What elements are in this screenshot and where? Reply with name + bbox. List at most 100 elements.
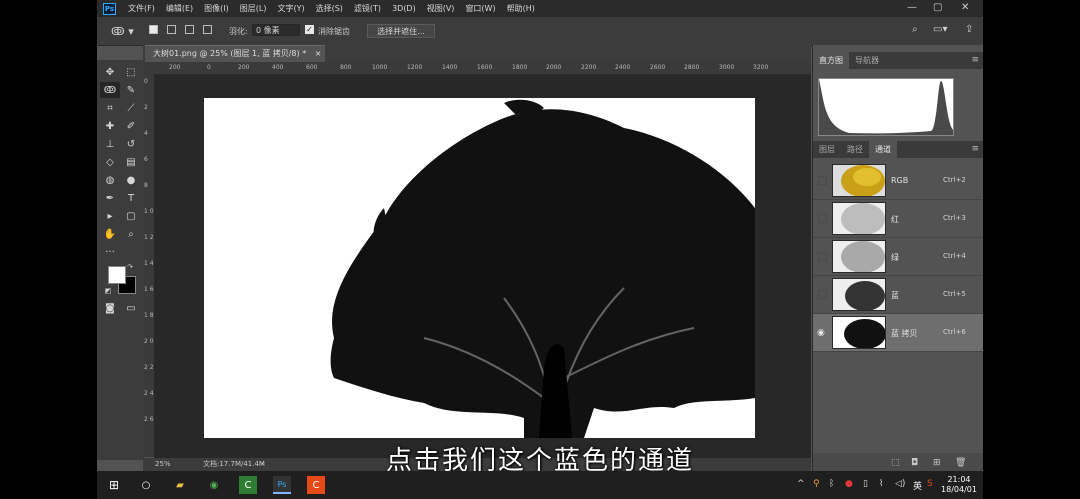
camtasia-icon[interactable]: C <box>239 476 257 494</box>
save-selection-icon[interactable]: ◘ <box>911 458 918 468</box>
close-icon[interactable]: ✕ <box>961 2 969 13</box>
tab-layers[interactable]: 图层 <box>813 141 841 158</box>
windows-start-icon[interactable]: ⊞ <box>105 476 123 494</box>
search-icon[interactable]: ⌕ <box>912 24 918 35</box>
zoom-level[interactable]: 25% <box>155 458 171 471</box>
channel-row-green[interactable]: 绿 Ctrl+4 <box>813 238 983 276</box>
channel-row-blue[interactable]: 蓝 Ctrl+5 <box>813 276 983 314</box>
crop-tool-icon[interactable]: ⌗ <box>100 100 120 116</box>
file-explorer-icon[interactable]: ▰ <box>171 476 189 494</box>
ime-indicator[interactable]: 英 <box>913 479 922 492</box>
document-tab[interactable]: 大树01.png @ 25% (图层 1, 蓝 拷贝/8) * × <box>145 45 325 62</box>
lasso-preset-icon[interactable]: ↂ ▾ <box>111 25 134 38</box>
dodge-tool-icon[interactable]: ● <box>121 172 141 188</box>
canvas-workspace[interactable] <box>154 75 811 458</box>
path-select-tool-icon[interactable]: ▸ <box>100 208 120 224</box>
tray-app2-icon[interactable]: ● <box>845 479 853 489</box>
bluetooth-icon[interactable]: ᛒ <box>829 479 834 489</box>
tab-paths[interactable]: 路径 <box>841 141 869 158</box>
tab-channels[interactable]: 通道 <box>869 141 897 158</box>
maximize-icon[interactable]: ▢ <box>933 2 942 13</box>
channel-row-blue-copy[interactable]: ◉ 蓝 拷贝 Ctrl+6 <box>813 314 983 352</box>
battery-icon[interactable]: ▯ <box>863 479 868 489</box>
eyedropper-tool-icon[interactable]: ⟋ <box>121 100 141 116</box>
feather-input[interactable]: 0 像素 <box>252 24 300 36</box>
channel-name: RGB <box>891 176 909 185</box>
menu-view[interactable]: 视图(V) <box>427 3 455 14</box>
blur-tool-icon[interactable]: ◍ <box>100 172 120 188</box>
eraser-tool-icon[interactable]: ◇ <box>100 154 120 170</box>
visibility-toggle[interactable] <box>818 290 827 299</box>
quick-select-tool-icon[interactable]: ✎ <box>121 82 141 98</box>
search-icon[interactable]: ○ <box>137 476 155 494</box>
history-brush-tool-icon[interactable]: ↺ <box>121 136 141 152</box>
visibility-toggle[interactable] <box>818 252 827 261</box>
clone-stamp-tool-icon[interactable]: ⊥ <box>100 136 120 152</box>
marquee-tool-icon[interactable]: ⬚ <box>121 64 141 80</box>
default-colors-icon[interactable]: ◩ <box>103 286 113 296</box>
select-and-mask-button[interactable]: 选择并遮住... <box>367 24 435 38</box>
more-tools-icon[interactable]: ··· <box>100 244 120 260</box>
browser-icon[interactable]: ◉ <box>205 476 223 494</box>
network-icon[interactable]: ⌇ <box>879 479 883 489</box>
panel-menu-icon[interactable]: ≡ <box>971 144 979 154</box>
menu-file[interactable]: 文件(F) <box>128 3 155 14</box>
menu-select[interactable]: 选择(S) <box>316 3 343 14</box>
brush-tool-icon[interactable]: ✐ <box>121 118 141 134</box>
eye-icon[interactable]: ◉ <box>817 328 827 338</box>
close-tab-icon[interactable]: × <box>315 49 322 58</box>
antialias-checkbox[interactable]: ✓ <box>305 25 314 34</box>
ruler-tick: 2000 <box>546 64 562 71</box>
share-icon[interactable]: ⇪ <box>965 24 973 35</box>
gradient-tool-icon[interactable]: ▤ <box>121 154 141 170</box>
menu-layer[interactable]: 图层(L) <box>240 3 267 14</box>
clock-date: 18/04/01 <box>941 485 977 494</box>
menu-image[interactable]: 图像(I) <box>204 3 229 14</box>
tray-expand-icon[interactable]: ^ <box>797 479 805 489</box>
type-tool-icon[interactable]: T <box>121 190 141 206</box>
tab-histogram[interactable]: 直方图 <box>813 52 849 69</box>
channel-shortcut: Ctrl+3 <box>943 214 966 222</box>
menu-3d[interactable]: 3D(D) <box>392 4 416 13</box>
volume-icon[interactable]: ◁) <box>895 479 905 489</box>
foreground-color-swatch[interactable] <box>108 266 126 284</box>
channel-row-red[interactable]: 红 Ctrl+3 <box>813 200 983 238</box>
pen-tool-icon[interactable]: ✒ <box>100 190 120 206</box>
workspace-icon[interactable]: ▭▾ <box>933 24 947 35</box>
tab-navigator[interactable]: 导航器 <box>849 52 885 69</box>
screen-mode-icon[interactable]: ▭ <box>121 300 141 316</box>
lasso-tool-icon[interactable]: ↂ <box>100 82 120 98</box>
visibility-toggle[interactable] <box>818 176 827 185</box>
photoshop-taskbar-icon[interactable]: Ps <box>273 476 291 494</box>
subtract-selection-icon[interactable] <box>185 25 194 34</box>
status-arrow-icon[interactable]: › <box>261 458 264 471</box>
shape-tool-icon[interactable]: ▢ <box>121 208 141 224</box>
swap-colors-icon[interactable]: ↷ <box>125 262 135 272</box>
delete-channel-icon[interactable]: 🗑 <box>955 458 966 468</box>
menu-filter[interactable]: 滤镜(T) <box>354 3 381 14</box>
tray-app-icon[interactable]: ⚲ <box>813 479 820 489</box>
menu-type[interactable]: 文字(Y) <box>277 3 304 14</box>
document-canvas[interactable] <box>204 98 755 438</box>
new-channel-icon[interactable]: ⊞ <box>933 458 941 468</box>
move-tool-icon[interactable]: ✥ <box>100 64 120 80</box>
quick-mask-icon[interactable]: ◙ <box>100 300 120 316</box>
add-selection-icon[interactable] <box>167 25 176 34</box>
ruler-corner <box>143 62 154 74</box>
visibility-toggle[interactable] <box>818 214 827 223</box>
intersect-selection-icon[interactable] <box>203 25 212 34</box>
load-selection-icon[interactable]: ⬚ <box>891 458 900 468</box>
sogou-icon[interactable]: S <box>927 479 933 489</box>
system-clock[interactable]: 21:04 18/04/01 <box>937 475 981 495</box>
new-selection-icon[interactable] <box>149 25 158 34</box>
panel-menu-icon[interactable]: ≡ <box>971 55 979 65</box>
channel-row-rgb[interactable]: RGB Ctrl+2 <box>813 162 983 200</box>
hand-tool-icon[interactable]: ✋ <box>100 226 120 242</box>
menu-edit[interactable]: 编辑(E) <box>166 3 193 14</box>
menu-window[interactable]: 窗口(W) <box>465 3 495 14</box>
menu-help[interactable]: 帮助(H) <box>507 3 535 14</box>
zoom-tool-icon[interactable]: ⌕ <box>121 226 141 242</box>
recorder-icon[interactable]: C <box>307 476 325 494</box>
healing-brush-tool-icon[interactable]: ✚ <box>100 118 120 134</box>
minimize-icon[interactable]: — <box>907 2 917 13</box>
